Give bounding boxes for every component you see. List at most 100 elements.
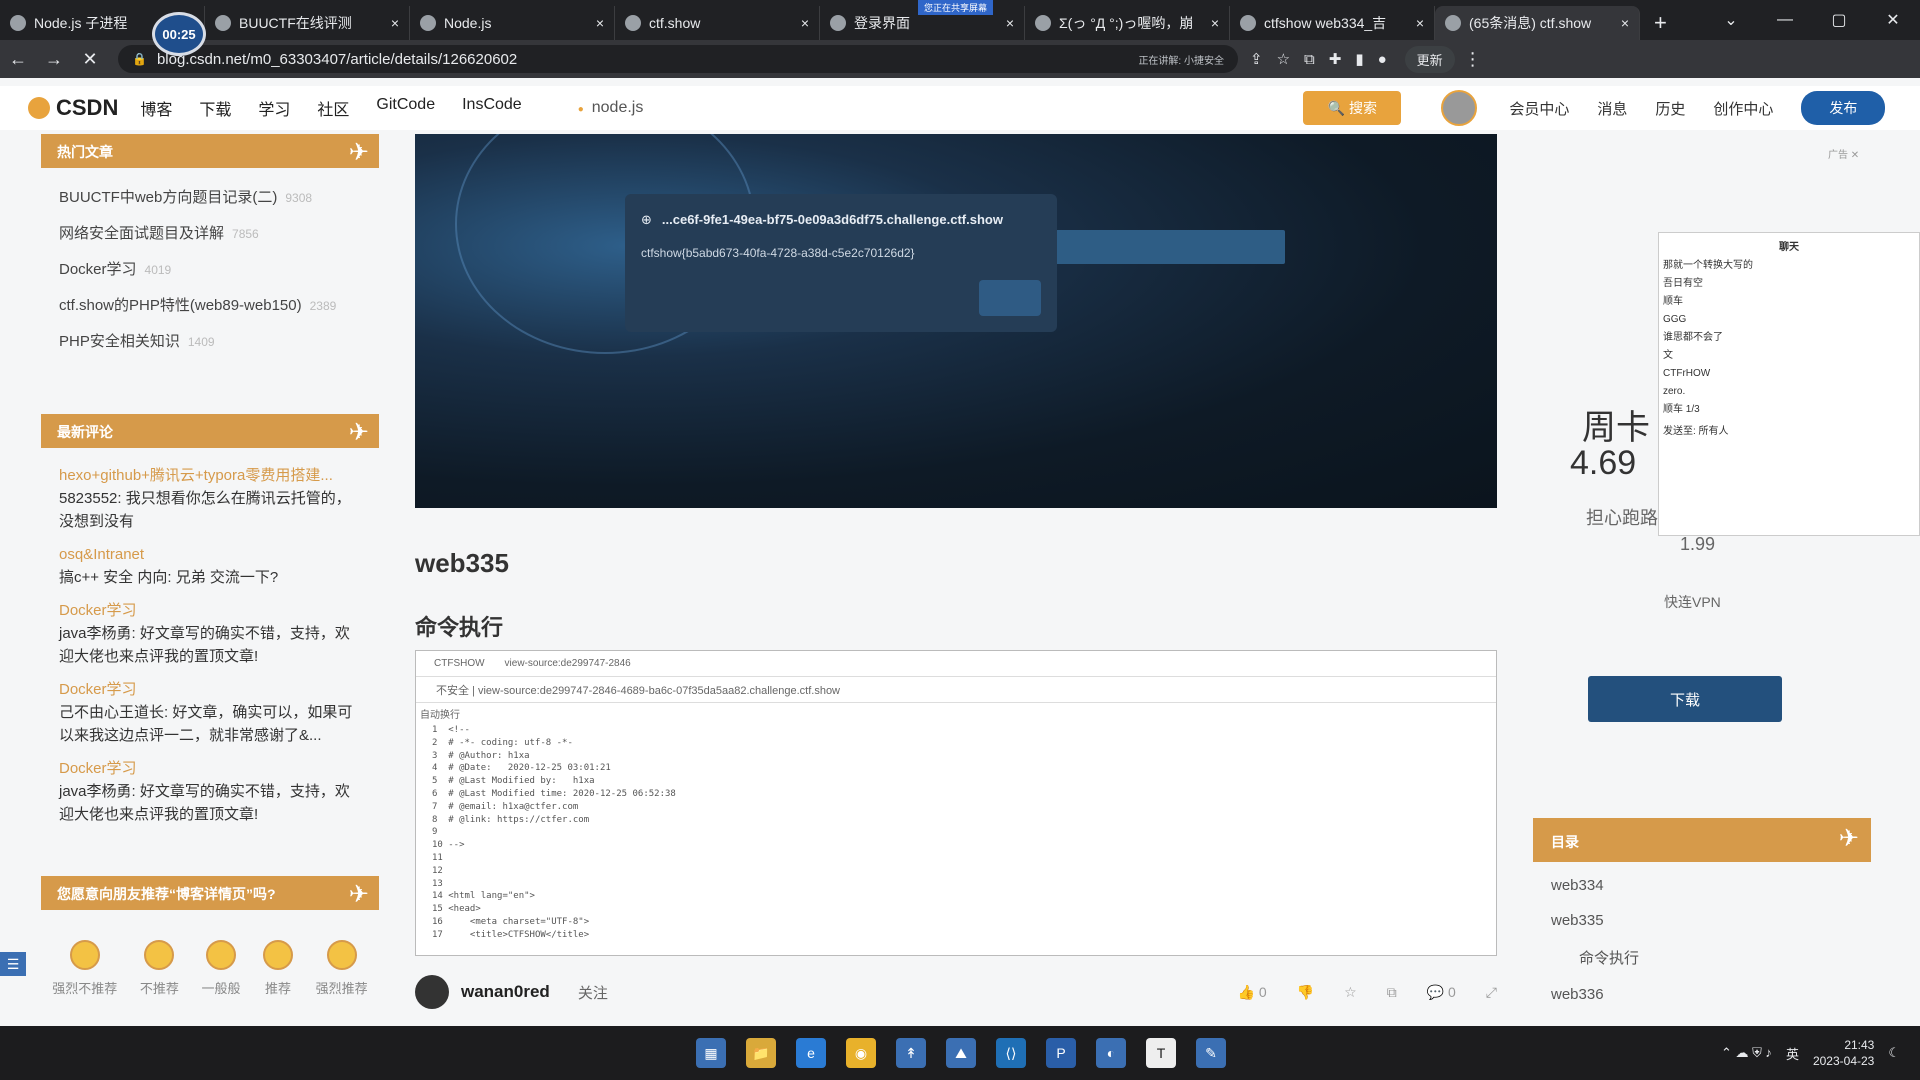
close-tab-icon[interactable]: ×	[1006, 15, 1014, 31]
maximize-button[interactable]: ▢	[1812, 10, 1866, 30]
puzzle-icon[interactable]: ✚	[1329, 50, 1342, 68]
nav-creator-center[interactable]: 创作中心	[1713, 98, 1773, 119]
windows-taskbar: ▦ 📁 e ◉ ↟ ⛰ ⟨⟩ P ◐ T ✎ ⌃ ☁ ⛨ ♪ 英 21:43 2…	[0, 1026, 1920, 1080]
menu-kebab-icon[interactable]: ⋮	[1455, 49, 1491, 70]
tab-search-icon[interactable]: ⌄	[1704, 10, 1758, 30]
comment-button[interactable]: 💬 0	[1427, 984, 1456, 1001]
toc-subitem[interactable]: 命令执行	[1533, 938, 1871, 977]
list-item[interactable]: Docker学习 java李杨勇: 好文章写的确实不错，支持，欢迎大佬也来点评我的…	[41, 597, 379, 676]
source-line: 10 -->	[432, 840, 465, 851]
comment-source[interactable]: hexo+github+腾讯云+typora零费用搭建...	[59, 464, 361, 487]
tab-3[interactable]: ctf.show ×	[615, 6, 820, 40]
list-item[interactable]: hexo+github+腾讯云+typora零费用搭建... 5823552: 我…	[41, 462, 379, 541]
stop-loading-icon[interactable]: ✕	[72, 49, 108, 70]
tab-5[interactable]: Σ(っ °Д °;)っ喔哟，崩 ×	[1025, 6, 1230, 40]
taskbar-app-icon[interactable]: ◐	[1096, 1038, 1126, 1068]
tab-6[interactable]: ctfshow web334_吉 ×	[1230, 6, 1435, 40]
nav-history[interactable]: 历史	[1655, 98, 1685, 119]
tab-2[interactable]: Node.js ×	[410, 6, 615, 40]
list-item[interactable]: PHP安全相关知识 1409	[41, 324, 379, 360]
list-item[interactable]: osq&Intranet 搞c++ 安全 内向: 兄弟 交流一下?	[41, 541, 379, 597]
notification-icon[interactable]: ☾	[1888, 1045, 1900, 1061]
toc-toggle-icon[interactable]: ☰	[0, 952, 26, 976]
nav-messages[interactable]: 消息	[1597, 98, 1627, 119]
tab-1[interactable]: BUUCTF在线评测 ×	[205, 6, 410, 40]
comment-source[interactable]: Docker学习	[59, 678, 361, 701]
csdn-logo[interactable]: CSDN	[28, 95, 118, 121]
dislike-button[interactable]: 👎	[1297, 984, 1314, 1001]
publish-button[interactable]: 发布	[1801, 91, 1886, 125]
vscode-icon[interactable]: ⟨⟩	[996, 1038, 1026, 1068]
url-bar[interactable]: 🔒 blog.csdn.net/m0_63303407/article/deta…	[118, 45, 1238, 73]
taskbar-app-icon[interactable]: ↟	[896, 1038, 926, 1068]
edge-browser-icon[interactable]: e	[796, 1038, 826, 1068]
taskbar-app-icon[interactable]: ✎	[1196, 1038, 1226, 1068]
list-item[interactable]: Docker学习 4019	[41, 252, 379, 288]
tray-icons[interactable]: ⌃ ☁ ⛨ ♪	[1721, 1045, 1772, 1061]
chrome-browser-icon[interactable]: ◉	[846, 1038, 876, 1068]
nav-vip-center[interactable]: 会员中心	[1509, 98, 1569, 119]
follow-button[interactable]: 关注	[578, 982, 608, 1003]
close-tab-icon[interactable]: ×	[1621, 15, 1629, 31]
toc-item[interactable]: web335	[1533, 903, 1871, 938]
rating-not-recommend[interactable]: 不推荐	[140, 940, 179, 997]
comment-source[interactable]: Docker学习	[59, 599, 361, 622]
close-tab-icon[interactable]: ×	[1211, 15, 1219, 31]
expand-button[interactable]: ⤢	[1486, 984, 1497, 1001]
share-icon[interactable]: ⇪	[1250, 50, 1263, 68]
favorite-button[interactable]: ☆	[1344, 984, 1357, 1001]
minimize-button[interactable]: —	[1758, 11, 1812, 29]
chat-send-to[interactable]: 发送至: 所有人	[1663, 423, 1915, 441]
nav-inscode[interactable]: InsCode	[462, 96, 522, 120]
search-input[interactable]: node.js	[578, 99, 644, 117]
dialog-ok-button[interactable]	[979, 280, 1041, 316]
share-button[interactable]: ⧉	[1387, 984, 1397, 1001]
close-tab-icon[interactable]: ×	[596, 15, 604, 31]
list-item[interactable]: Docker学习 java李杨勇: 好文章写的确实不错，支持，欢迎大佬也来点评我的…	[41, 755, 379, 834]
toc-item[interactable]: web336	[1533, 977, 1871, 1012]
rating-strongly-not-recommend[interactable]: 强烈不推荐	[52, 940, 117, 997]
file-explorer-icon[interactable]: 📁	[746, 1038, 776, 1068]
taskbar-app-icon[interactable]: ⛰	[946, 1038, 976, 1068]
download-button[interactable]: 下载	[1588, 676, 1782, 722]
taskbar-app-icon[interactable]: ▦	[696, 1038, 726, 1068]
close-tab-icon[interactable]: ×	[801, 15, 809, 31]
rating-recommend[interactable]: 推荐	[263, 940, 294, 997]
tab-7-active[interactable]: (65条消息) ctf.show ×	[1435, 6, 1640, 40]
close-tab-icon[interactable]: ×	[391, 15, 399, 31]
close-tab-icon[interactable]: ×	[1416, 15, 1424, 31]
rating-neutral[interactable]: 一般般	[201, 940, 240, 997]
nav-download[interactable]: 下载	[199, 96, 231, 120]
rating-strongly-recommend[interactable]: 强烈推荐	[316, 940, 368, 997]
list-item[interactable]: Docker学习 己不由心王道长: 好文章，确实可以，如果可以来我这边点评一二，就…	[41, 676, 379, 755]
search-button[interactable]: 🔍 搜索	[1303, 91, 1402, 125]
like-button[interactable]: 👍 0	[1238, 984, 1267, 1001]
nav-gitcode[interactable]: GitCode	[376, 96, 435, 120]
comment-source[interactable]: osq&Intranet	[59, 543, 361, 566]
close-window-button[interactable]: ✕	[1866, 10, 1920, 30]
nav-blog[interactable]: 博客	[140, 96, 172, 120]
sidebar-icon[interactable]: ▮	[1355, 50, 1363, 68]
input-language[interactable]: 英	[1786, 1044, 1799, 1063]
author-avatar[interactable]	[415, 975, 449, 1009]
pycharm-icon[interactable]: P	[1046, 1038, 1076, 1068]
forward-icon[interactable]: →	[36, 49, 72, 70]
update-button[interactable]: 更新	[1404, 45, 1455, 73]
bookmark-star-icon[interactable]: ☆	[1277, 50, 1290, 68]
profile-icon[interactable]: ●	[1378, 51, 1387, 68]
nav-community[interactable]: 社区	[317, 96, 349, 120]
extension-icon[interactable]: ⧉	[1304, 51, 1315, 68]
list-item[interactable]: ctf.show的PHP特性(web89-web150) 2389	[41, 288, 379, 324]
user-avatar[interactable]	[1441, 90, 1478, 126]
comment-source[interactable]: Docker学习	[59, 757, 361, 780]
clock[interactable]: 21:43 2023-04-23	[1813, 1037, 1874, 1069]
author-name[interactable]: wanan0red	[461, 982, 550, 1002]
typora-icon[interactable]: T	[1146, 1038, 1176, 1068]
toc-item[interactable]: web334	[1533, 868, 1871, 903]
back-icon[interactable]: ←	[0, 49, 36, 70]
new-tab-button[interactable]: +	[1640, 6, 1681, 40]
list-item[interactable]: 网络安全面试题目及详解 7856	[41, 216, 379, 252]
close-ad-icon[interactable]: ✕	[1851, 150, 1859, 161]
list-item[interactable]: BUUCTF中web方向题目记录(二) 9308	[41, 180, 379, 216]
nav-learn[interactable]: 学习	[258, 96, 290, 120]
